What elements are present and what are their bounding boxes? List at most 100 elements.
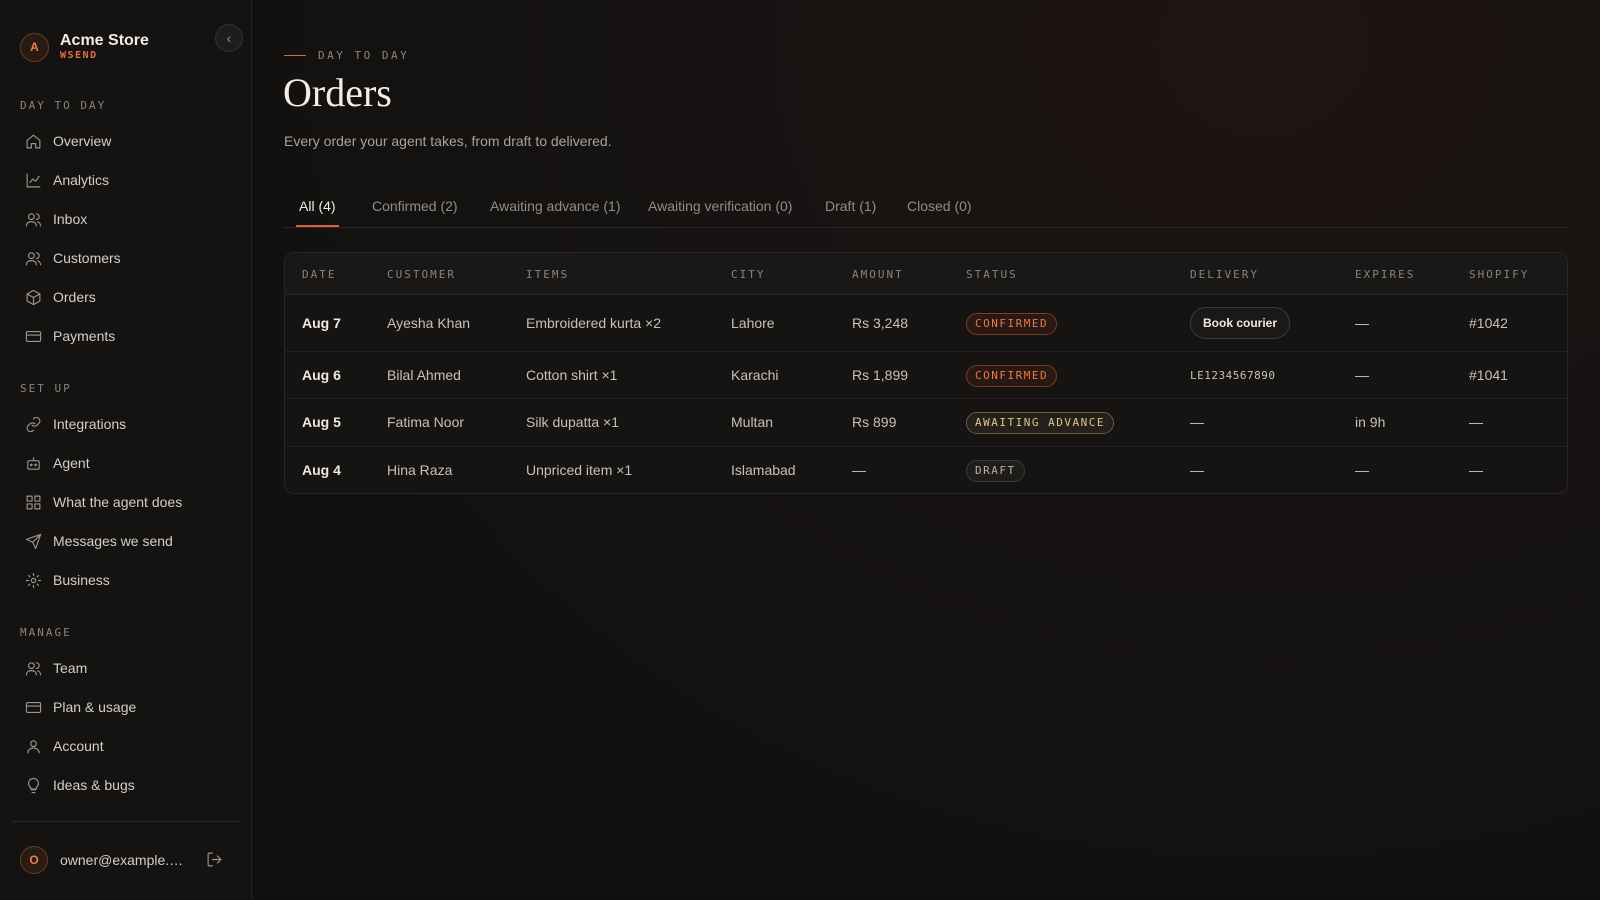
order-customer: Ayesha Khan [387, 315, 471, 331]
column-header-shopify: SHOPIFY [1469, 268, 1530, 281]
sidebar: A Acme Store WSEND ‹ DAY TO DAY Overview… [0, 0, 252, 900]
sidebar-item-orders[interactable]: Orders [20, 281, 232, 313]
sidebar-item-label: Plan & usage [53, 699, 137, 715]
sidebar-item-label: Overview [53, 133, 112, 149]
tracking-number: LE1234567890 [1190, 369, 1276, 382]
column-header-expires: EXPIRES [1355, 268, 1416, 281]
column-header-status: STATUS [966, 268, 1018, 281]
order-items: Embroidered kurta ×2 [526, 315, 662, 331]
sidebar-item-ideas-bugs[interactable]: Ideas & bugs [20, 769, 232, 801]
tab-awaiting-advance[interactable]: Awaiting advance (1) [490, 198, 620, 214]
status-badge: CONFIRMED [966, 313, 1058, 335]
bot-icon [23, 453, 43, 473]
tab-awaiting-verification[interactable]: Awaiting verification (0) [648, 198, 792, 214]
order-shopify: — [1469, 462, 1483, 478]
page-subtitle: Every order your agent takes, from draft… [284, 133, 612, 149]
order-amount: Rs 1,899 [852, 367, 909, 383]
order-date: Aug 4 [302, 462, 341, 478]
sidebar-item-analytics[interactable]: Analytics [20, 164, 232, 196]
status-badge: DRAFT [966, 460, 1025, 482]
active-tab-indicator [296, 225, 339, 227]
shopify-order-link[interactable]: #1041 [1469, 367, 1508, 383]
page-title: Orders [283, 70, 392, 115]
main-content: DAY TO DAY Orders Every order your agent… [253, 0, 1600, 900]
order-customer: Bilal Ahmed [387, 367, 461, 383]
order-delivery: — [1190, 462, 1204, 478]
logout-icon[interactable] [206, 851, 223, 873]
eyebrow-line [284, 55, 306, 56]
sidebar-item-label: What the agent does [53, 494, 183, 510]
table-row[interactable]: Aug 4 Hina Raza Unpriced item ×1 Islamab… [285, 447, 1567, 493]
user-email: owner@example.com [60, 852, 190, 868]
order-city: Karachi [731, 367, 779, 383]
sidebar-item-account[interactable]: Account [20, 730, 232, 762]
order-date: Aug 6 [302, 367, 341, 383]
sidebar-item-messages-we-send[interactable]: Messages we send [20, 525, 232, 557]
column-header-customer: CUSTOMER [387, 268, 456, 281]
column-header-date: DATE [302, 268, 337, 281]
order-customer: Fatima Noor [387, 414, 465, 430]
users-icon [23, 248, 43, 268]
tab-closed[interactable]: Closed (0) [907, 198, 972, 214]
order-items: Unpriced item ×1 [526, 462, 633, 478]
chart-icon [23, 170, 43, 190]
collapse-sidebar-button[interactable]: ‹ [215, 24, 243, 52]
link-icon [23, 414, 43, 434]
sidebar-item-what-the-agent-does[interactable]: What the agent does [20, 486, 232, 518]
table-header: DATE CUSTOMER ITEMS CITY AMOUNT STATUS D… [285, 253, 1567, 295]
sidebar-item-inbox[interactable]: Inbox [20, 203, 232, 235]
table-row[interactable]: Aug 6 Bilal Ahmed Cotton shirt ×1 Karach… [285, 352, 1567, 399]
book-courier-button[interactable]: Book courier [1190, 307, 1291, 339]
eyebrow-text: DAY TO DAY [318, 49, 410, 62]
sidebar-item-label: Customers [53, 250, 121, 266]
tab-all[interactable]: All (4) [299, 198, 336, 214]
eyebrow: DAY TO DAY [284, 49, 409, 62]
table-row[interactable]: Aug 5 Fatima Noor Silk dupatta ×1 Multan… [285, 399, 1567, 447]
order-date: Aug 5 [302, 414, 341, 430]
sidebar-item-label: Ideas & bugs [53, 777, 135, 793]
sidebar-item-customers[interactable]: Customers [20, 242, 232, 274]
sidebar-divider [12, 821, 240, 822]
sidebar-item-label: Orders [53, 289, 96, 305]
sidebar-item-label: Messages we send [53, 533, 173, 549]
tab-confirmed[interactable]: Confirmed (2) [372, 198, 458, 214]
sidebar-item-integrations[interactable]: Integrations [20, 408, 232, 440]
column-header-amount: AMOUNT [852, 268, 904, 281]
order-items: Silk dupatta ×1 [526, 414, 620, 430]
avatar: O [20, 846, 48, 874]
order-amount: Rs 3,248 [852, 315, 909, 331]
home-icon [23, 131, 43, 151]
tab-draft[interactable]: Draft (1) [825, 198, 876, 214]
column-header-items: ITEMS [526, 268, 570, 281]
sidebar-item-plan-usage[interactable]: Plan & usage [20, 691, 232, 723]
sidebar-item-team[interactable]: Team [20, 652, 232, 684]
sidebar-item-label: Agent [53, 455, 90, 471]
brand[interactable]: A Acme Store WSEND [20, 32, 149, 62]
sidebar-item-label: Inbox [53, 211, 88, 227]
shopify-order-link[interactable]: #1042 [1469, 315, 1508, 331]
sidebar-item-overview[interactable]: Overview [20, 125, 232, 157]
order-city: Islamabad [731, 462, 796, 478]
box-icon [23, 287, 43, 307]
sidebar-item-label: Integrations [53, 416, 127, 432]
order-expires: — [1355, 315, 1369, 331]
sidebar-item-payments[interactable]: Payments [20, 320, 232, 352]
card-icon [23, 326, 43, 346]
user-icon [23, 736, 43, 756]
gear-icon [23, 570, 43, 590]
brand-avatar: A [20, 32, 49, 62]
order-city: Lahore [731, 315, 775, 331]
nav-section-title: SET UP [20, 382, 72, 395]
sidebar-item-business[interactable]: Business [20, 564, 232, 596]
brand-subtitle: WSEND [60, 50, 98, 61]
sidebar-item-label: Payments [53, 328, 116, 344]
sidebar-item-label: Account [53, 738, 104, 754]
status-badge: CONFIRMED [966, 365, 1058, 387]
order-customer: Hina Raza [387, 462, 453, 478]
order-shopify: — [1469, 414, 1483, 430]
user-menu[interactable]: O owner@example.com [20, 845, 232, 875]
nav-section-title: DAY TO DAY [20, 99, 107, 112]
table-row[interactable]: Aug 7 Ayesha Khan Embroidered kurta ×2 L… [285, 295, 1567, 352]
order-amount: — [852, 462, 866, 478]
sidebar-item-agent[interactable]: Agent [20, 447, 232, 479]
